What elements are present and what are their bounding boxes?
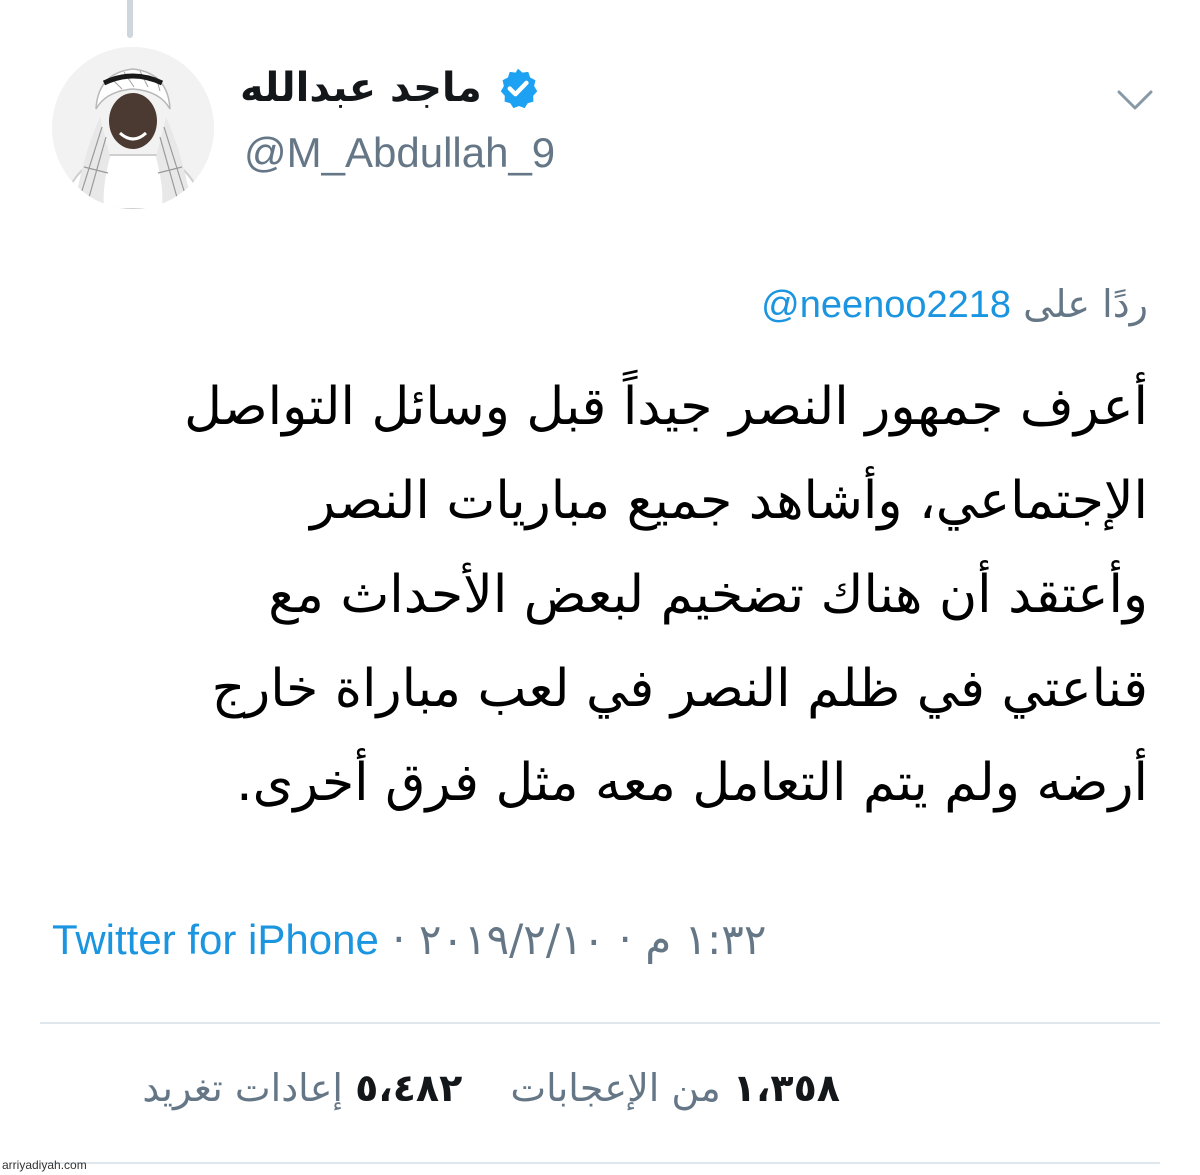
watermark: arriyadiyah.com bbox=[2, 1158, 87, 1172]
likes-stat[interactable]: ٥،٤٨٢ إعادات تغريد bbox=[142, 1066, 462, 1110]
replying-to-label: ردًا على bbox=[1023, 282, 1148, 326]
tweet-date[interactable]: ٢٠١٩/٢/١٠ bbox=[419, 915, 605, 964]
verified-badge-icon bbox=[500, 68, 537, 109]
chevron-down-icon[interactable] bbox=[1115, 86, 1155, 114]
divider bbox=[40, 1162, 1160, 1164]
tweet-text: أعرف جمهور النصر جيداً قبل وسائل التواصل… bbox=[48, 360, 1148, 830]
tweet-time[interactable]: ١:٣٢ م bbox=[645, 915, 766, 964]
metadata-separator: · bbox=[618, 915, 632, 964]
tweet-text-line: وأعتقد أن هناك تضخيم لبعض الأحداث مع bbox=[268, 565, 1148, 625]
retweets-count: ١،٣٥٨ bbox=[732, 1066, 840, 1110]
tweet-text-line: الإجتماعي، وأشاهد جميع مباريات النصر bbox=[310, 471, 1148, 531]
author-handle[interactable]: @M_Abdullah_9 bbox=[244, 132, 555, 174]
tweet-text-line: قناعتي في ظلم النصر في لعب مباراة خارج bbox=[211, 659, 1148, 719]
retweets-stat[interactable]: ١،٣٥٨ من الإعجابات bbox=[498, 1066, 840, 1110]
tweet-metadata: Twitter for iPhone · ٢٠١٩/٢/١٠ · ١:٣٢ م bbox=[52, 915, 766, 965]
tweet-source-link[interactable]: Twitter for iPhone bbox=[52, 916, 379, 963]
tweet-author[interactable]: ماجد عبدالله bbox=[240, 66, 540, 110]
replying-to: ردًا على @neenoo2218 bbox=[761, 282, 1148, 329]
thread-connector-line bbox=[127, 0, 133, 38]
likes-label: إعادات تغريد bbox=[142, 1066, 343, 1110]
divider bbox=[40, 1022, 1160, 1024]
avatar[interactable] bbox=[52, 47, 214, 209]
retweets-label: من الإعجابات bbox=[510, 1066, 721, 1110]
avatar-photo-icon bbox=[52, 47, 214, 209]
replying-to-handle-link[interactable]: @neenoo2218 bbox=[761, 284, 1011, 326]
tweet-text-line: أرضه ولم يتم التعامل معه مثل فرق أخرى. bbox=[236, 753, 1148, 813]
tweet-stats: ١،٣٥٨ من الإعجابات ٥،٤٨٢ إعادات تغريد bbox=[106, 1066, 840, 1112]
likes-count: ٥،٤٨٢ bbox=[355, 1066, 463, 1110]
metadata-separator: · bbox=[392, 915, 406, 964]
tweet-text-line: أعرف جمهور النصر جيداً قبل وسائل التواصل bbox=[184, 377, 1148, 437]
author-display-name[interactable]: ماجد عبدالله bbox=[240, 68, 482, 108]
